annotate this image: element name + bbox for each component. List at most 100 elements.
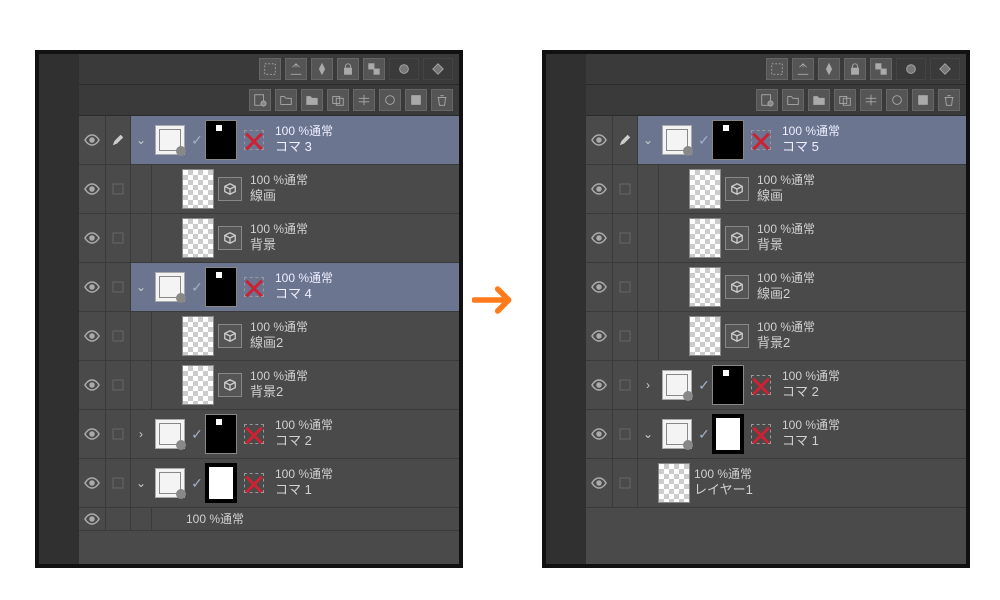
edit-target[interactable]: [106, 214, 131, 262]
mask-create-icon[interactable]: [886, 89, 908, 111]
layer-label[interactable]: 100 %通常線画2: [246, 320, 459, 351]
edit-target[interactable]: [106, 459, 131, 507]
layer-label[interactable]: 100 %通常背景2: [753, 320, 966, 351]
layer-label[interactable]: 100 %通常コマ 5: [778, 124, 966, 155]
trash-icon[interactable]: [938, 89, 960, 111]
layer-label[interactable]: 100 %通常背景: [246, 222, 459, 253]
edit-target[interactable]: [106, 410, 131, 458]
new-folder-icon[interactable]: [782, 89, 804, 111]
merge-icon[interactable]: [860, 89, 882, 111]
visibility-toggle[interactable]: [586, 410, 613, 458]
edit-target[interactable]: [106, 165, 131, 213]
layer-label[interactable]: 100 %通常背景: [753, 222, 966, 253]
layer-label[interactable]: 100 %通常線画: [753, 173, 966, 204]
layer-row[interactable]: 100 %通常背景2: [79, 361, 459, 410]
chevron-right-icon[interactable]: ›: [131, 410, 151, 458]
ruler-icon[interactable]: [930, 58, 960, 80]
reference-icon[interactable]: [792, 58, 814, 80]
chevron-down-icon[interactable]: ⌄: [131, 263, 151, 311]
layer-row[interactable]: ⌄✓100 %通常コマ 4: [79, 263, 459, 312]
mask-disabled-icon[interactable]: [748, 421, 774, 447]
visibility-toggle[interactable]: [586, 165, 613, 213]
visibility-toggle[interactable]: [586, 116, 613, 164]
apply-mask-icon[interactable]: [405, 89, 427, 111]
select-icon[interactable]: [766, 58, 788, 80]
chevron-down-icon[interactable]: ⌄: [131, 116, 151, 164]
layer-row[interactable]: ›✓100 %通常コマ 2: [79, 410, 459, 459]
layer-row[interactable]: 100 %通常線画: [586, 165, 966, 214]
select-icon[interactable]: [259, 58, 281, 80]
edit-target[interactable]: [613, 312, 638, 360]
new-folder2-icon[interactable]: [301, 89, 323, 111]
mask-disabled-icon[interactable]: [241, 470, 267, 496]
visibility-toggle[interactable]: [79, 361, 106, 409]
edit-target[interactable]: [613, 459, 638, 507]
layer-row[interactable]: ⌄✓100 %通常コマ 1: [79, 459, 459, 508]
layer-label[interactable]: 100 %通常線画2: [753, 271, 966, 302]
mask-icon[interactable]: [896, 58, 926, 80]
layer-row[interactable]: 100 %通常背景: [79, 214, 459, 263]
layer-label[interactable]: 100 %通常コマ 1: [778, 418, 966, 449]
mask-create-icon[interactable]: [379, 89, 401, 111]
visibility-toggle[interactable]: [79, 410, 106, 458]
chevron-down-icon[interactable]: ⌄: [638, 116, 658, 164]
edit-target[interactable]: [106, 361, 131, 409]
layer-label[interactable]: 100 %通常線画: [246, 173, 459, 204]
layer-row[interactable]: 100 %通常線画2: [586, 263, 966, 312]
chevron-down-icon[interactable]: ⌄: [131, 459, 151, 507]
visibility-toggle[interactable]: [79, 214, 106, 262]
visibility-toggle[interactable]: [586, 214, 613, 262]
layer-row[interactable]: 100 %通常線画2: [79, 312, 459, 361]
mask-disabled-icon[interactable]: [748, 372, 774, 398]
visibility-toggle[interactable]: [79, 312, 106, 360]
edit-target[interactable]: [613, 165, 638, 213]
color-icon[interactable]: [311, 58, 333, 80]
mask-disabled-icon[interactable]: [748, 127, 774, 153]
mask-disabled-icon[interactable]: [241, 274, 267, 300]
layer-label[interactable]: 100 %通常コマ 4: [271, 271, 459, 302]
mask-icon[interactable]: [389, 58, 419, 80]
edit-target[interactable]: [106, 116, 131, 164]
edit-target[interactable]: [613, 116, 638, 164]
color-icon[interactable]: [818, 58, 840, 80]
reference-icon[interactable]: [285, 58, 307, 80]
transfer-icon[interactable]: [327, 89, 349, 111]
visibility-toggle[interactable]: [79, 263, 106, 311]
layer-label[interactable]: 100 %通常背景2: [246, 369, 459, 400]
visibility-toggle[interactable]: [79, 459, 106, 507]
layer-label[interactable]: 100 %通常レイヤー1: [690, 467, 966, 498]
trash-icon[interactable]: [431, 89, 453, 111]
mask-disabled-icon[interactable]: [241, 421, 267, 447]
new-folder2-icon[interactable]: [808, 89, 830, 111]
chevron-down-icon[interactable]: ⌄: [638, 410, 658, 458]
edit-target[interactable]: [613, 361, 638, 409]
layer-label[interactable]: 100 %通常コマ 2: [778, 369, 966, 400]
visibility-toggle[interactable]: [586, 459, 613, 507]
layer-row[interactable]: ›✓100 %通常コマ 2: [586, 361, 966, 410]
visibility-toggle[interactable]: [586, 312, 613, 360]
chevron-right-icon[interactable]: ›: [638, 361, 658, 409]
visibility-toggle[interactable]: [586, 361, 613, 409]
visibility-toggle[interactable]: [79, 165, 106, 213]
layer-label[interactable]: 100 %通常コマ 3: [271, 124, 459, 155]
edit-target[interactable]: [613, 214, 638, 262]
edit-target[interactable]: [106, 312, 131, 360]
layer-row[interactable]: ⌄✓100 %通常コマ 3: [79, 116, 459, 165]
visibility-toggle[interactable]: [79, 508, 106, 530]
new-folder-icon[interactable]: [275, 89, 297, 111]
edit-target[interactable]: [613, 410, 638, 458]
merge-icon[interactable]: [353, 89, 375, 111]
visibility-toggle[interactable]: [586, 263, 613, 311]
lock-icon[interactable]: [337, 58, 359, 80]
mask-disabled-icon[interactable]: [241, 127, 267, 153]
lock-icon[interactable]: [844, 58, 866, 80]
checker-icon[interactable]: [870, 58, 892, 80]
layer-row[interactable]: ⌄✓100 %通常コマ 5: [586, 116, 966, 165]
layer-label[interactable]: 100 %通常コマ 1: [271, 467, 459, 498]
layer-row[interactable]: 100 %通常レイヤー1: [586, 459, 966, 508]
apply-mask-icon[interactable]: [912, 89, 934, 111]
layer-label[interactable]: 100 %通常コマ 2: [271, 418, 459, 449]
edit-target[interactable]: [106, 263, 131, 311]
new-layer-icon[interactable]: [756, 89, 778, 111]
ruler-icon[interactable]: [423, 58, 453, 80]
